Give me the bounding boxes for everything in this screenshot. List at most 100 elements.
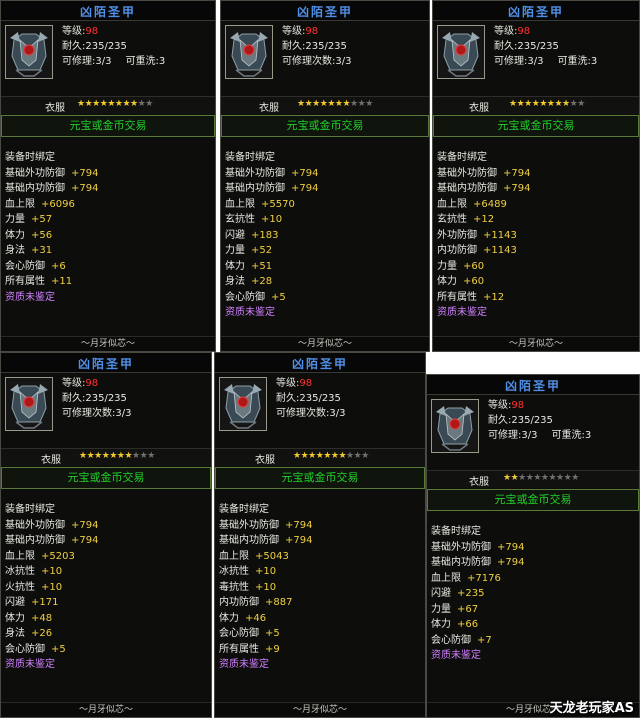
- stat-row: 冰抗性 +10: [219, 564, 421, 580]
- item-title: 凶陌圣甲: [79, 5, 136, 19]
- stat-value: +794: [71, 183, 99, 194]
- info-row: 可修理:3/3 可重洗:3: [488, 428, 635, 443]
- stat-name: 体力: [437, 276, 457, 287]
- level-row: 等级:98: [276, 376, 421, 391]
- info-text: 可修理:3/3: [494, 56, 544, 67]
- stat-value: +794: [291, 167, 319, 179]
- stat-name: 会心防御: [219, 628, 259, 639]
- info-row: 耐久:235/235: [494, 39, 635, 54]
- bind-status: 装备时绑定: [431, 526, 481, 537]
- stat-name: 所有属性: [219, 643, 259, 655]
- level-row: 等级:98: [62, 24, 211, 39]
- star-filled-icon: ★: [312, 99, 320, 109]
- star-filled-icon: ★: [554, 99, 563, 109]
- slot-label: 衣服: [41, 455, 61, 466]
- stat-name: 血上限: [437, 198, 467, 210]
- item-tooltip-panel: 凶陌圣甲 等级:98 耐久:235/235 可修理:3/3 可重洗:3 衣服 ★★★★★★★…: [0, 0, 216, 352]
- stat-value: +10: [255, 581, 277, 593]
- star-empty-icon: ★: [145, 99, 153, 109]
- star-filled-icon: ★: [130, 99, 138, 109]
- slot-row: 衣服 ★★★★★★★★★★: [221, 96, 429, 114]
- stat-row: 所有属性 +9: [219, 642, 421, 658]
- star-filled-icon: ★: [94, 451, 102, 461]
- level-value: 98: [511, 400, 525, 411]
- star-filled-icon: ★: [562, 99, 570, 109]
- slot-label: 衣服: [45, 103, 65, 114]
- stat-row: 毒抗性 +10: [219, 580, 421, 596]
- stat-value: +10: [41, 581, 63, 593]
- stat-row: 闪避 +235: [431, 586, 635, 602]
- stat-row: 力量 +60: [437, 259, 635, 275]
- item-footer: 〜月牙似芯〜: [433, 336, 639, 351]
- stat-value: +10: [261, 214, 283, 225]
- level-label: 等级:: [494, 26, 518, 37]
- stat-name: 体力: [225, 260, 245, 272]
- armor-icon: [431, 399, 479, 453]
- stat-name: 会心防御: [5, 643, 45, 655]
- level-label: 等级:: [276, 378, 300, 389]
- item-title: 凶陌圣甲: [296, 5, 353, 19]
- stat-row: 冰抗性 +10: [5, 564, 207, 580]
- bind-status: 装备时绑定: [225, 152, 275, 163]
- star-rating: ★★★★★★★★★★: [503, 473, 579, 483]
- stat-name: 冰抗性: [219, 566, 249, 577]
- stats-list: 装备时绑定 基础外功防御 +794 基础内功防御 +794 血上限 +5203 冰抗性 +10 火…: [5, 502, 207, 673]
- stat-row: 玄抗性 +10: [225, 212, 425, 228]
- stat-row: 所有属性 +11: [5, 274, 211, 290]
- stat-row: 基础内功防御 +794: [219, 533, 421, 549]
- level-value: 98: [517, 26, 531, 37]
- stat-name: 基础内功防御: [219, 535, 279, 546]
- star-filled-icon: ★: [509, 99, 517, 109]
- stat-name: 所有属性: [5, 276, 45, 287]
- stat-value: +5043: [255, 550, 289, 562]
- trade-type-label: 元宝或金币交易: [433, 115, 639, 137]
- stat-row: 基础内功防御 +794: [225, 181, 425, 197]
- stat-name: 体力: [219, 612, 239, 624]
- stat-name: 闪避: [5, 597, 25, 608]
- quality-note: 资质未鉴定: [5, 291, 55, 303]
- stat-value: +57: [31, 214, 53, 225]
- stat-name: 基础内功防御: [225, 183, 285, 194]
- star-filled-icon: ★: [503, 473, 511, 483]
- slot-row: 衣服 ★★★★★★★★★★: [1, 448, 211, 466]
- stat-name: 玄抗性: [437, 214, 467, 225]
- stat-row: 会心防御 +5: [5, 642, 207, 658]
- bind-status: 装备时绑定: [5, 504, 55, 515]
- stat-name: 基础外功防御: [431, 541, 491, 553]
- stat-row: 会心防御 +5: [219, 626, 421, 642]
- title-bar: 凶陌圣甲: [215, 353, 425, 373]
- stat-row: 身法 +26: [5, 626, 207, 642]
- stat-value: +5570: [261, 198, 295, 210]
- stat-name: 力量: [437, 260, 457, 272]
- armor-icon: [5, 377, 53, 431]
- stat-row: 身法 +28: [225, 274, 425, 290]
- stat-row: 力量 +57: [5, 212, 211, 228]
- star-empty-icon: ★: [533, 473, 541, 483]
- stat-value: +7: [477, 634, 492, 646]
- stats-list: 装备时绑定 基础外功防御 +794 基础内功防御 +794 血上限 +5570 玄抗性 +10 闪…: [225, 150, 425, 321]
- star-rating: ★★★★★★★★★★: [509, 99, 585, 109]
- stats-list: 装备时绑定 基础外功防御 +794 基础内功防御 +794 血上限 +5043 冰抗性 +10 毒…: [219, 502, 421, 673]
- star-empty-icon: ★: [577, 99, 585, 109]
- info-text: 耐久:235/235: [62, 41, 127, 52]
- item-title: 凶陌圣甲: [507, 5, 564, 19]
- item-info: 等级:98 耐久:235/235 可修理次数:3/3: [282, 24, 425, 69]
- star-rating: ★★★★★★★★★★: [79, 451, 155, 461]
- stat-row: 基础外功防御 +794: [437, 166, 635, 182]
- star-rating: ★★★★★★★★★★: [77, 99, 153, 109]
- stat-value: +10: [41, 566, 63, 577]
- stat-row: 基础内功防御 +794: [5, 533, 207, 549]
- slot-row: 衣服 ★★★★★★★★★★: [1, 96, 215, 114]
- stat-row: 血上限 +7176: [431, 571, 635, 587]
- stat-name: 外功防御: [437, 229, 477, 241]
- bind-status: 装备时绑定: [437, 152, 487, 163]
- slot-label: 衣服: [469, 103, 489, 114]
- stat-value: +5: [271, 291, 286, 303]
- level-row: 等级:98: [62, 376, 207, 391]
- stat-value: +31: [31, 245, 53, 256]
- item-footer: 〜月牙似芯〜: [215, 702, 425, 717]
- stat-name: 基础外功防御: [225, 167, 285, 179]
- item-title: 凶陌圣甲: [504, 379, 561, 393]
- level-value: 98: [85, 26, 99, 37]
- stat-value: +6489: [473, 198, 507, 210]
